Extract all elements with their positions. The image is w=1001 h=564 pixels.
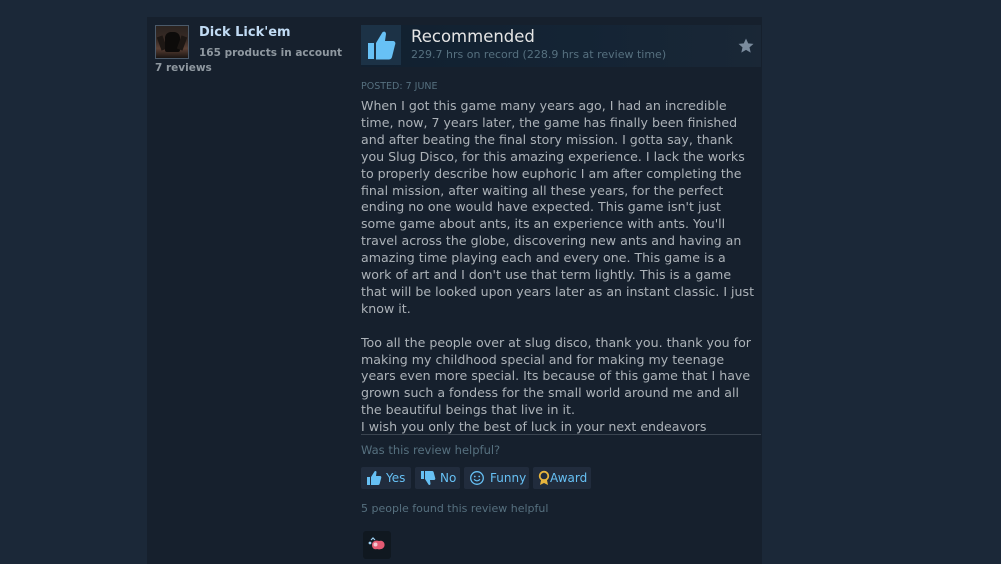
author-avatar[interactable]	[155, 25, 189, 59]
award-label: Award	[550, 471, 588, 485]
review-paragraph: Too all the people over at slug disco, t…	[361, 334, 751, 435]
smiley-icon	[470, 471, 484, 485]
vote-funny-button[interactable]: Funny	[464, 467, 529, 489]
award-badge-icon	[368, 537, 385, 550]
helpful-count: 5 people found this review helpful	[361, 502, 549, 515]
review-paragraph: When I got this game many years ago, I h…	[361, 98, 755, 316]
author-products-count[interactable]: 165 products in account	[199, 47, 342, 59]
review-panel: Dick Lick'em 165 products in account 7 r…	[147, 17, 762, 564]
vote-yes-button[interactable]: Yes	[361, 467, 411, 489]
vote-yes-label: Yes	[386, 471, 406, 485]
author-reviews-count[interactable]: 7 reviews	[155, 62, 212, 74]
vote-funny-label: Funny	[490, 471, 527, 485]
helpful-question: Was this review helpful?	[361, 443, 501, 457]
review-text: When I got this game many years ago, I h…	[361, 98, 759, 436]
award-button[interactable]: Award	[533, 467, 591, 489]
thumbs-up-icon	[367, 471, 382, 485]
recommendation-header: Recommended 229.7 hrs on record (228.9 h…	[361, 25, 761, 67]
author-name[interactable]: Dick Lick'em	[199, 25, 291, 40]
thumbs-down-icon	[421, 471, 436, 485]
thumbs-up-icon	[361, 25, 401, 65]
recommendation-title[interactable]: Recommended	[411, 27, 535, 46]
star-icon[interactable]	[737, 37, 755, 55]
playtime-hours: 229.7 hrs on record (228.9 hrs at review…	[411, 48, 667, 61]
vote-no-button[interactable]: No	[415, 467, 460, 489]
award-badge-icon[interactable]	[363, 531, 391, 559]
vote-no-label: No	[440, 471, 457, 485]
posted-date: POSTED: 7 JUNE	[361, 81, 438, 92]
divider	[361, 434, 761, 435]
